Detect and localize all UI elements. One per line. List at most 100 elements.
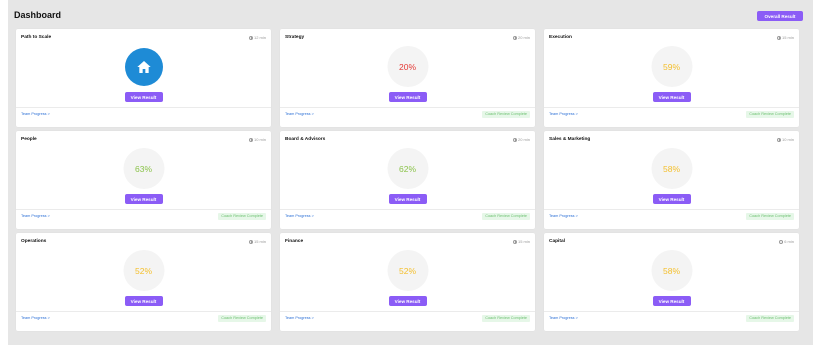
duration-text: 15 min	[517, 239, 530, 244]
card-duration: 10 min	[248, 137, 266, 142]
card-duration: 15 min	[776, 35, 794, 40]
view-result-button[interactable]: View Result	[124, 296, 163, 306]
card-divider	[280, 311, 535, 312]
card-divider	[280, 209, 535, 210]
team-progress-link[interactable]: Team Progress >	[21, 316, 50, 320]
score-percent: 58%	[662, 163, 680, 174]
card-duration: 15 min	[512, 239, 530, 244]
clock-icon	[512, 239, 517, 244]
clock-icon	[248, 137, 253, 142]
overall-result-button[interactable]: Overall Result	[757, 11, 803, 21]
card-divider	[16, 311, 271, 312]
clock-icon	[248, 239, 253, 244]
team-progress-link[interactable]: Team Progress >	[549, 316, 578, 320]
score-circle: 52%	[123, 250, 164, 291]
view-result-button[interactable]: View Result	[388, 296, 427, 306]
card-divider	[544, 209, 799, 210]
score-circle: 58%	[651, 148, 692, 189]
score-circle: 20%	[387, 46, 428, 87]
duration-text: 15 min	[253, 239, 266, 244]
score-circle: 63%	[123, 148, 164, 189]
assessment-card: Capital 6 min 58% View Result Team Progress …	[544, 233, 799, 331]
view-result-button[interactable]: View Result	[388, 194, 427, 204]
score-percent: 63%	[134, 163, 152, 174]
team-progress-link[interactable]: Team Progress >	[285, 112, 314, 116]
score-circle: 59%	[651, 46, 692, 87]
card-title: Execution	[549, 35, 572, 40]
card-divider	[544, 311, 799, 312]
coach-review-badge: Coach Review Complete	[218, 212, 266, 220]
clock-icon	[776, 137, 781, 142]
assessment-card: People 10 min 63% View Result Team Progress …	[16, 131, 271, 229]
clock-icon	[512, 35, 517, 40]
card-duration: 15 min	[248, 239, 266, 244]
card-title: Finance	[285, 239, 304, 244]
score-circle: 62%	[387, 148, 428, 189]
card-duration: 12 min	[248, 35, 266, 40]
assessment-card: Execution 15 min 59% View Result Team Progre…	[544, 29, 799, 127]
score-circle	[124, 48, 163, 86]
coach-review-badge: Coach Review Complete	[482, 314, 530, 322]
card-title: Path to Scale	[21, 35, 52, 40]
coach-review-badge: Coach Review Complete	[746, 212, 794, 220]
card-title: Operations	[21, 239, 47, 244]
score-percent: 59%	[662, 61, 680, 72]
card-divider	[544, 107, 799, 108]
assessment-card: Sales & Marketing 10 min 58% View Result Tea…	[544, 131, 799, 229]
team-progress-link[interactable]: Team Progress >	[549, 214, 578, 218]
coach-review-badge: Coach Review Complete	[746, 110, 794, 118]
card-title: Capital	[549, 239, 565, 244]
clock-icon	[248, 35, 253, 40]
card-divider	[280, 107, 535, 108]
duration-text: 15 min	[781, 35, 794, 40]
team-progress-link[interactable]: Team Progress >	[21, 112, 50, 116]
duration-text: 20 min	[517, 35, 530, 40]
team-progress-link[interactable]: Team Progress >	[549, 112, 578, 116]
assessment-card: Path to Scale 12 min View Result Team Progr…	[16, 29, 271, 127]
home-icon	[136, 61, 151, 73]
assessment-card: Board & Advisors 20 min 62% View Result Team…	[280, 131, 535, 229]
card-title: People	[21, 137, 37, 142]
card-title: Sales & Marketing	[549, 137, 591, 142]
team-progress-link[interactable]: Team Progress >	[21, 214, 50, 218]
score-percent: 62%	[398, 163, 416, 174]
clock-icon	[779, 239, 784, 244]
score-percent: 52%	[398, 265, 416, 276]
card-duration: 6 min	[779, 239, 794, 244]
card-divider	[16, 209, 271, 210]
duration-text: 10 min	[781, 137, 794, 142]
assessment-card: Operations 15 min 52% View Result Team Progr…	[16, 233, 271, 331]
view-result-button[interactable]: View Result	[388, 92, 427, 102]
view-result-button[interactable]: View Result	[124, 92, 163, 102]
view-result-button[interactable]: View Result	[124, 194, 163, 204]
view-result-button[interactable]: View Result	[652, 92, 691, 102]
view-result-button[interactable]: View Result	[652, 296, 691, 306]
score-percent: 58%	[662, 265, 680, 276]
duration-text: 20 min	[517, 137, 530, 142]
view-result-button[interactable]: View Result	[652, 194, 691, 204]
assessment-card: Finance 15 min 52% View Result Team Progress…	[280, 233, 535, 331]
card-duration: 20 min	[512, 35, 530, 40]
duration-text: 10 min	[253, 137, 266, 142]
duration-text: 6 min	[784, 239, 794, 244]
coach-review-badge: Coach Review Complete	[482, 212, 530, 220]
page-title: Dashboard	[14, 10, 62, 20]
clock-icon	[512, 137, 517, 142]
coach-review-badge: Coach Review Complete	[218, 314, 266, 322]
card-duration: 10 min	[776, 137, 794, 142]
clock-icon	[776, 35, 781, 40]
card-duration: 20 min	[512, 137, 530, 142]
coach-review-badge: Coach Review Complete	[482, 110, 530, 118]
coach-review-badge: Coach Review Complete	[746, 314, 794, 322]
assessment-grid: Path to Scale 12 min View Result Team Progr…	[16, 29, 802, 331]
card-divider	[16, 107, 271, 108]
score-percent: 20%	[398, 61, 416, 72]
team-progress-link[interactable]: Team Progress >	[285, 214, 314, 218]
assessment-card: Strategy 20 min 20% View Result Team Progres…	[280, 29, 535, 127]
card-title: Board & Advisors	[285, 137, 326, 142]
score-circle: 58%	[651, 250, 692, 291]
score-percent: 52%	[134, 265, 152, 276]
card-title: Strategy	[285, 35, 305, 40]
score-circle: 52%	[387, 250, 428, 291]
team-progress-link[interactable]: Team Progress >	[285, 316, 314, 320]
